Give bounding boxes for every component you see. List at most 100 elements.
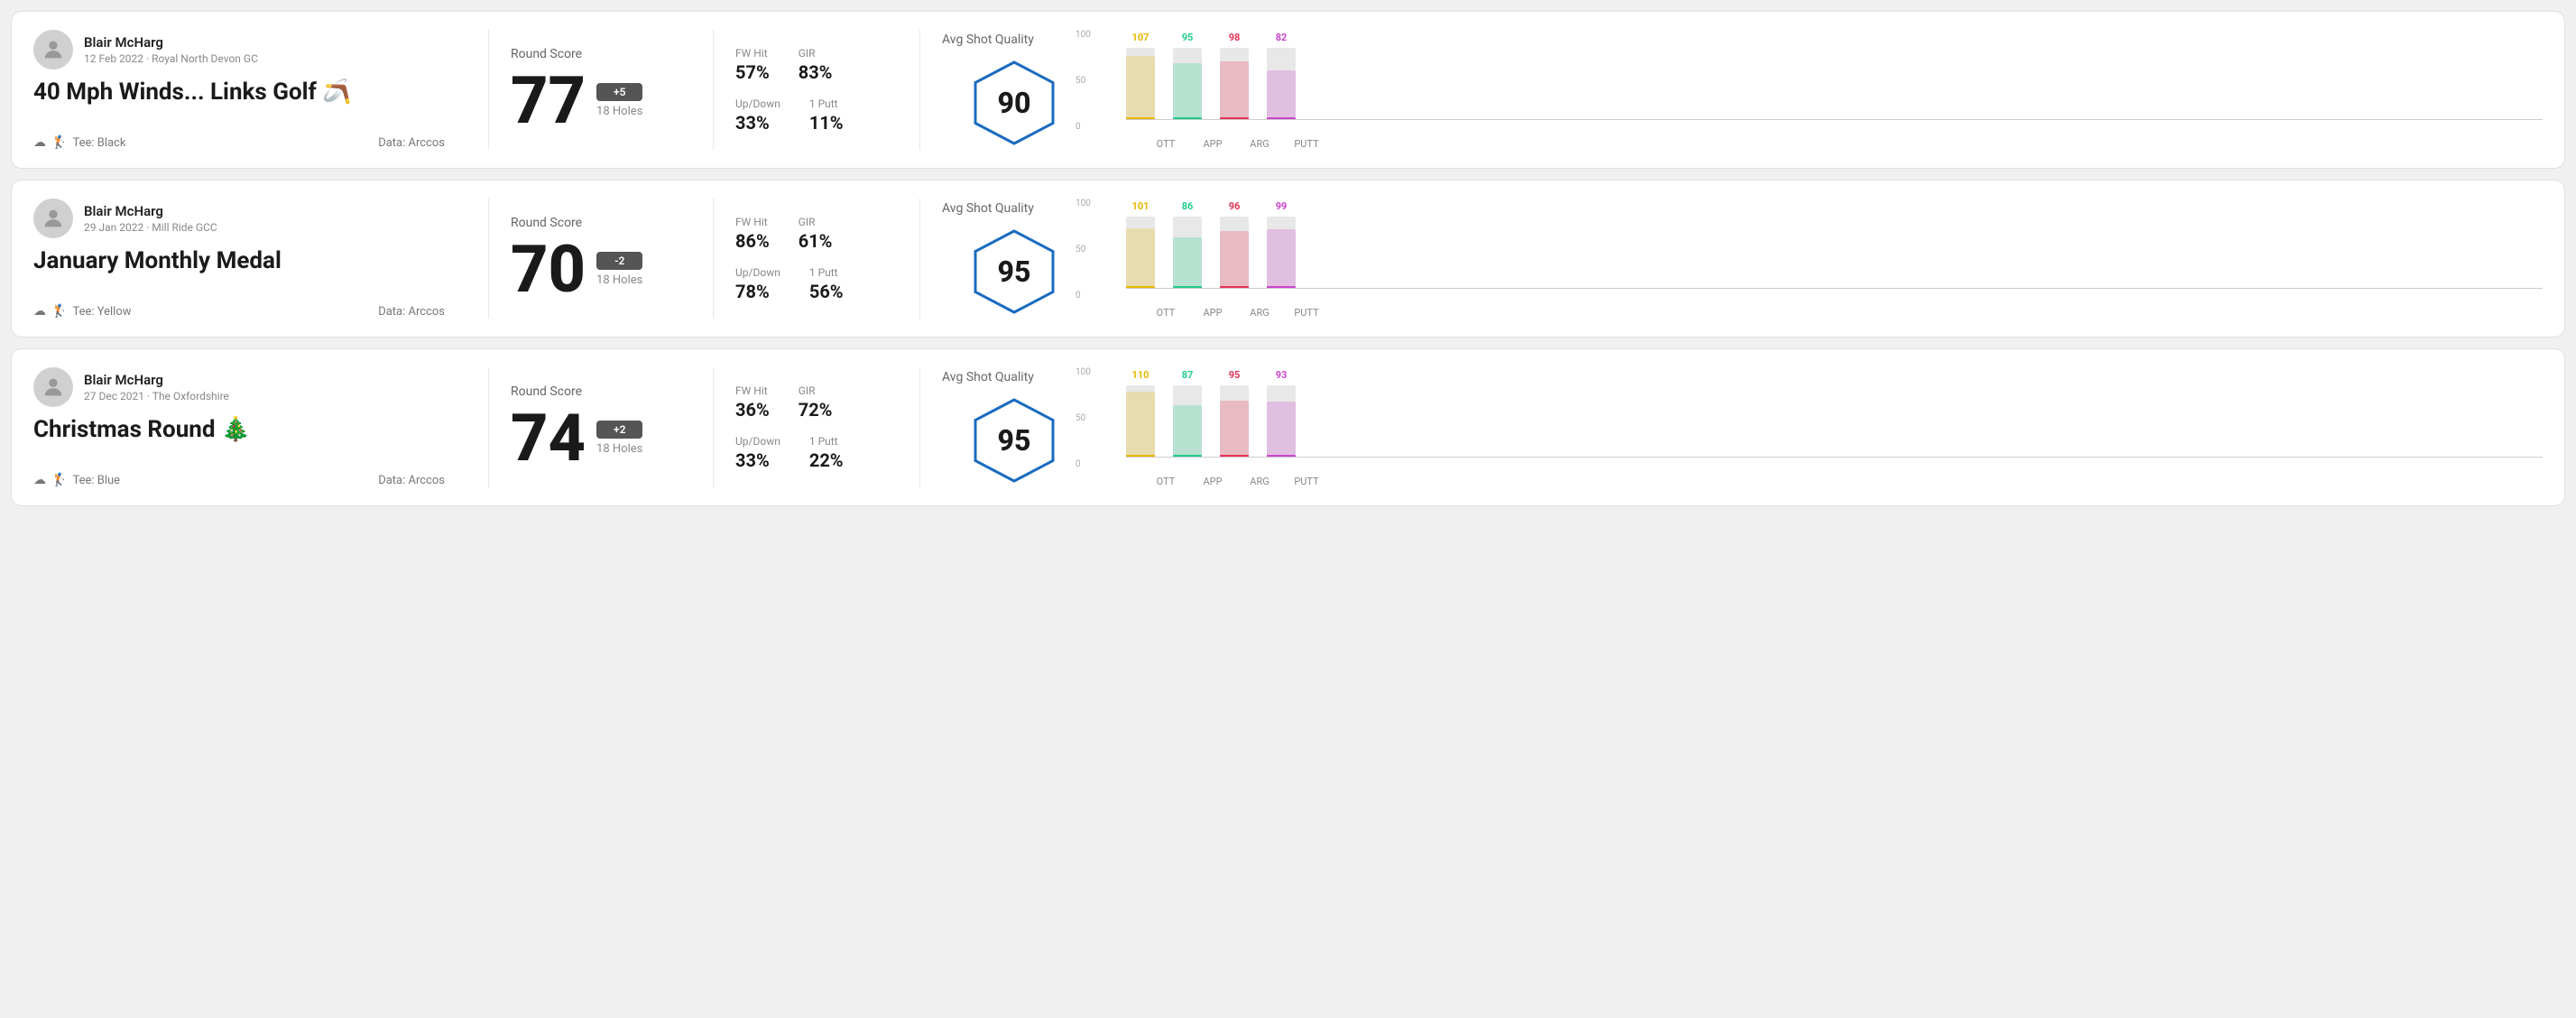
score-section: Round Score 77 +5 18 Holes	[511, 30, 691, 150]
stat-gir: GIR 72%	[799, 384, 833, 421]
bar-group-arg: 96	[1220, 217, 1249, 289]
avatar	[33, 30, 73, 69]
tee-label: Tee: Yellow	[72, 305, 131, 319]
bag-icon: 🏌	[51, 473, 67, 487]
divider2	[713, 199, 714, 319]
divider2	[713, 367, 714, 487]
bar-group-ott: 101	[1126, 217, 1155, 289]
person-icon	[41, 206, 66, 231]
weather-icon: ☁	[33, 135, 46, 150]
score-label: Round Score	[511, 216, 691, 230]
quality-label: Avg Shot Quality	[942, 201, 1034, 216]
score-badge: +2	[596, 421, 642, 439]
person-icon	[41, 375, 66, 400]
score-section: Round Score 74 +2 18 Holes	[511, 367, 691, 487]
tee-label: Tee: Blue	[72, 474, 120, 487]
bar-group-putt: 99	[1267, 217, 1296, 289]
chart-section: 100 50 0 107 95 98	[1086, 30, 2543, 150]
avatar	[33, 367, 73, 407]
user-name: Blair McHarg	[84, 203, 217, 219]
avatar	[33, 199, 73, 238]
user-meta: 12 Feb 2022 · Royal North Devon GC	[84, 52, 258, 65]
stat-one-putt: 1 Putt 11%	[809, 97, 844, 134]
hexagon-container: 90	[969, 58, 1059, 148]
round-title: 40 Mph Winds... Links Golf 🪃	[33, 79, 445, 106]
bag-icon: 🏌	[51, 304, 67, 319]
user-info: Blair McHarg 27 Dec 2021 · The Oxfordshi…	[33, 367, 445, 407]
bag-icon: 🏌	[51, 135, 67, 150]
divider3	[919, 30, 920, 150]
weather-icon: ☁	[33, 473, 46, 487]
hexagon-value: 95	[998, 423, 1031, 458]
round-card: Blair McHarg 12 Feb 2022 · Royal North D…	[11, 11, 2565, 169]
divider3	[919, 367, 920, 487]
bar-group-putt: 93	[1267, 385, 1296, 458]
footer-info: ☁ 🏌 Tee: Blue Data: Arccos	[33, 473, 445, 487]
user-info: Blair McHarg 12 Feb 2022 · Royal North D…	[33, 30, 445, 69]
quality-section: Avg Shot Quality 95	[942, 367, 1086, 487]
stat-updown: Up/Down 78%	[735, 266, 780, 302]
person-icon	[41, 37, 66, 62]
stat-gir: GIR 83%	[799, 47, 833, 83]
data-source: Data: Arccos	[378, 474, 445, 487]
score-number: 74	[511, 406, 586, 471]
stat-updown: Up/Down 33%	[735, 97, 780, 134]
bar-group-ott: 110	[1126, 385, 1155, 458]
quality-label: Avg Shot Quality	[942, 370, 1034, 384]
hexagon-container: 95	[969, 227, 1059, 317]
round-left-section: Blair McHarg 27 Dec 2021 · The Oxfordshi…	[33, 367, 466, 487]
chart-section: 100 50 0 101 86 96	[1086, 199, 2543, 319]
score-label: Round Score	[511, 47, 691, 61]
hexagon-value: 95	[998, 255, 1031, 289]
stats-section: FW Hit 36% GIR 72% Up/Down 33% 1 Putt	[735, 367, 898, 487]
divider2	[713, 30, 714, 150]
chart-section: 100 50 0 110 87 95	[1086, 367, 2543, 487]
footer-info: ☁ 🏌 Tee: Black Data: Arccos	[33, 135, 445, 150]
score-section: Round Score 70 -2 18 Holes	[511, 199, 691, 319]
hexagon-container: 95	[969, 395, 1059, 486]
user-meta: 27 Dec 2021 · The Oxfordshire	[84, 390, 229, 403]
stat-updown: Up/Down 33%	[735, 435, 780, 471]
quality-label: Avg Shot Quality	[942, 32, 1034, 47]
stats-section: FW Hit 57% GIR 83% Up/Down 33% 1 Putt	[735, 30, 898, 150]
round-title: January Monthly Medal	[33, 247, 445, 274]
score-number: 77	[511, 69, 586, 134]
bar-group-putt: 82	[1267, 48, 1296, 120]
weather-icon: ☁	[33, 304, 46, 319]
quality-section: Avg Shot Quality 90	[942, 30, 1086, 150]
round-left-section: Blair McHarg 12 Feb 2022 · Royal North D…	[33, 30, 466, 150]
user-info: Blair McHarg 29 Jan 2022 · Mill Ride GCC	[33, 199, 445, 238]
holes-label: 18 Holes	[596, 105, 642, 118]
bar-group-app: 95	[1173, 48, 1202, 120]
stat-gir: GIR 61%	[799, 216, 833, 252]
footer-info: ☁ 🏌 Tee: Yellow Data: Arccos	[33, 304, 445, 319]
stat-fw-hit: FW Hit 36%	[735, 384, 770, 421]
bar-group-ott: 107	[1126, 48, 1155, 120]
holes-label: 18 Holes	[596, 442, 642, 456]
data-source: Data: Arccos	[378, 305, 445, 319]
quality-section: Avg Shot Quality 95	[942, 199, 1086, 319]
holes-label: 18 Holes	[596, 273, 642, 287]
user-name: Blair McHarg	[84, 34, 258, 51]
data-source: Data: Arccos	[378, 136, 445, 150]
round-left-section: Blair McHarg 29 Jan 2022 · Mill Ride GCC…	[33, 199, 466, 319]
round-card: Blair McHarg 27 Dec 2021 · The Oxfordshi…	[11, 348, 2565, 506]
bar-group-arg: 95	[1220, 385, 1249, 458]
score-number: 70	[511, 237, 586, 302]
stat-fw-hit: FW Hit 57%	[735, 47, 770, 83]
divider	[488, 367, 489, 487]
divider	[488, 30, 489, 150]
stats-section: FW Hit 86% GIR 61% Up/Down 78% 1 Putt	[735, 199, 898, 319]
divider	[488, 199, 489, 319]
user-name: Blair McHarg	[84, 372, 229, 388]
divider3	[919, 199, 920, 319]
score-badge: -2	[596, 252, 642, 270]
round-card: Blair McHarg 29 Jan 2022 · Mill Ride GCC…	[11, 180, 2565, 338]
bar-group-app: 87	[1173, 385, 1202, 458]
bar-group-arg: 98	[1220, 48, 1249, 120]
stat-fw-hit: FW Hit 86%	[735, 216, 770, 252]
round-title: Christmas Round 🎄	[33, 416, 445, 443]
tee-label: Tee: Black	[72, 136, 125, 150]
stat-one-putt: 1 Putt 22%	[809, 435, 844, 471]
hexagon-value: 90	[998, 86, 1031, 120]
